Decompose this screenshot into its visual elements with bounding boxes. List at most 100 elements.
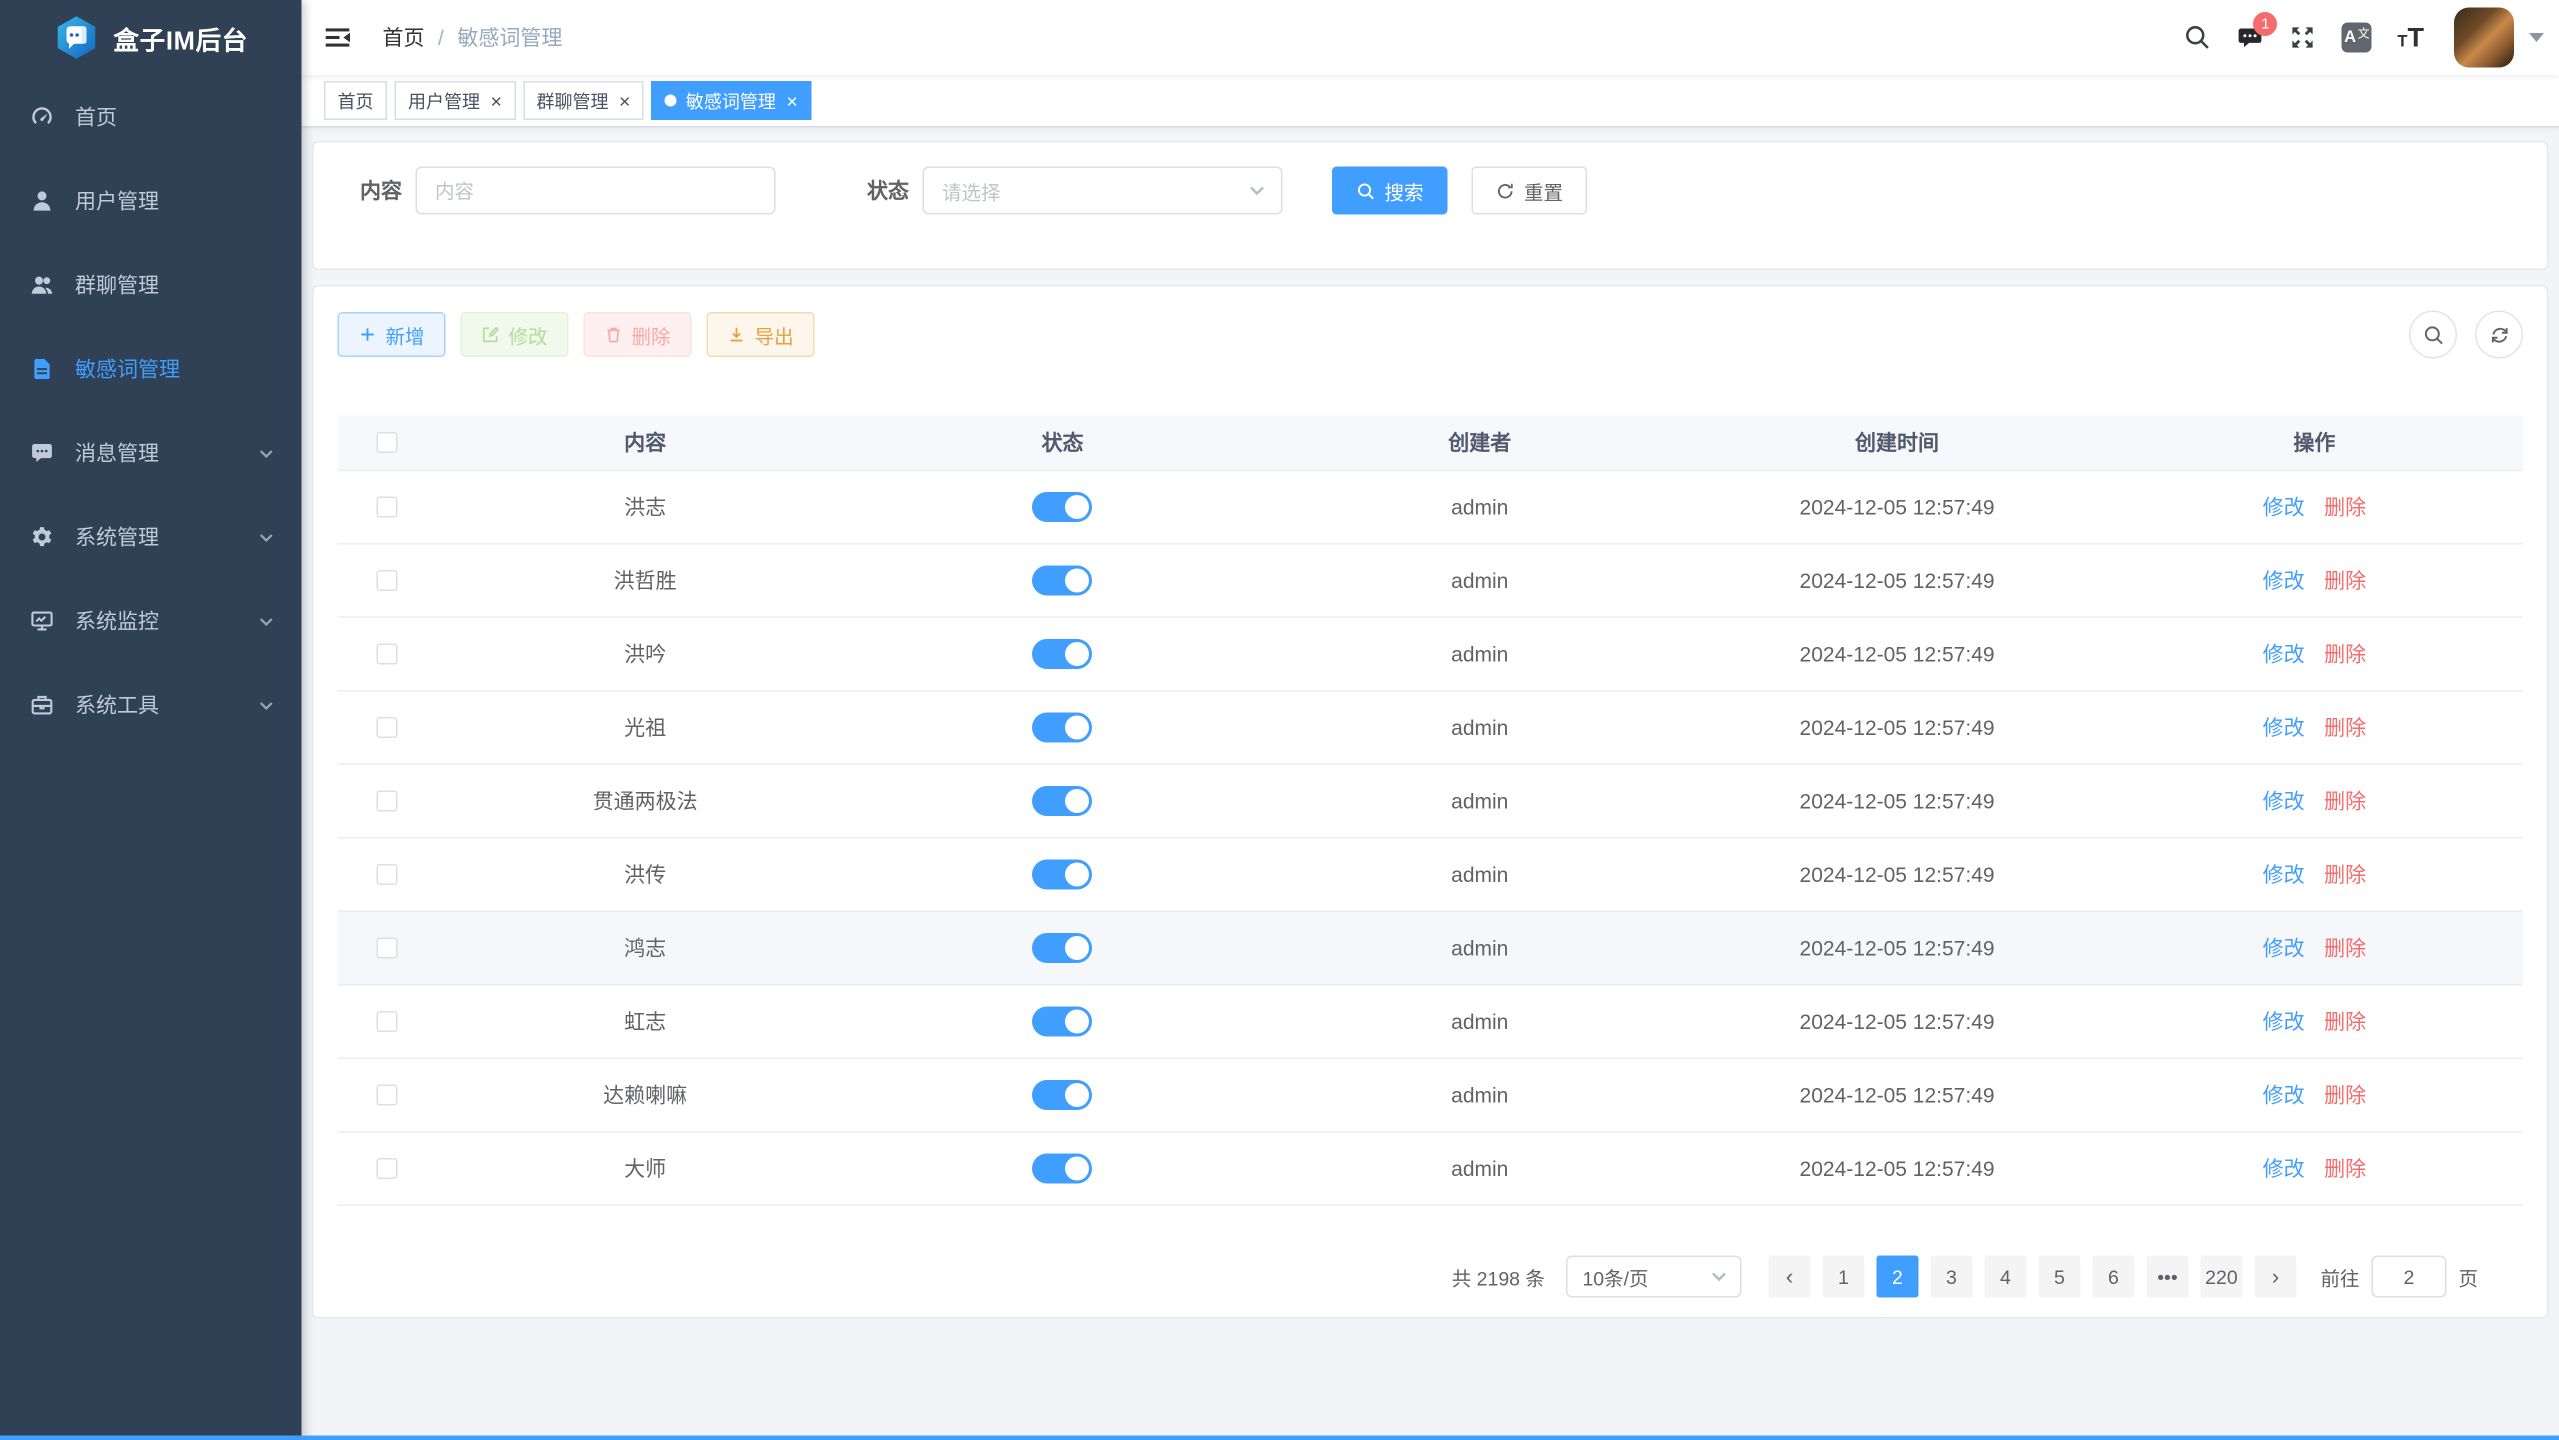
tab-close-icon[interactable]: × [786, 91, 797, 111]
cell-content: 洪传 [437, 860, 854, 890]
row-delete-link[interactable]: 删除 [2324, 713, 2366, 743]
page-button-4[interactable]: 4 [1984, 1256, 2026, 1298]
sidebar-item-home[interactable]: 首页 [0, 75, 302, 159]
user-menu-caret-icon[interactable] [2529, 33, 2544, 42]
header-search-button[interactable] [2184, 24, 2211, 51]
user-avatar[interactable] [2454, 8, 2514, 68]
row-edit-link[interactable]: 修改 [2263, 492, 2305, 522]
table-row: 虹志 admin 2024-12-05 12:57:49 修改 删除 [338, 986, 2524, 1060]
row-edit-link[interactable]: 修改 [2263, 933, 2305, 963]
edit-button[interactable]: 修改 [461, 312, 569, 357]
tab-group-management[interactable]: 群聊管理 × [523, 81, 644, 120]
status-toggle[interactable] [1032, 933, 1092, 963]
reset-button[interactable]: 重置 [1472, 167, 1588, 215]
font-size-button[interactable]: T T [2397, 24, 2424, 51]
select-all-checkbox[interactable] [377, 432, 398, 453]
table-row: 洪哲胜 admin 2024-12-05 12:57:49 修改 删除 [338, 545, 2524, 619]
cell-content: 贯通两极法 [437, 786, 854, 816]
status-filter-select[interactable]: 请选择 [923, 167, 1283, 215]
row-checkbox[interactable] [377, 497, 398, 518]
row-checkbox[interactable] [377, 938, 398, 959]
row-delete-link[interactable]: 删除 [2324, 492, 2366, 522]
row-edit-link[interactable]: 修改 [2263, 786, 2305, 816]
row-checkbox[interactable] [377, 717, 398, 738]
breadcrumb-home[interactable]: 首页 [383, 23, 425, 53]
row-edit-link[interactable]: 修改 [2263, 1080, 2305, 1110]
sidebar-item-sensitive-words[interactable]: 敏感词管理 [0, 327, 302, 411]
status-toggle[interactable] [1032, 786, 1092, 816]
trash-icon [605, 326, 623, 344]
sidebar-collapse-button[interactable] [302, 0, 374, 75]
row-checkbox[interactable] [377, 1158, 398, 1179]
export-button[interactable]: 导出 [707, 312, 815, 357]
prev-page-button[interactable]: ‹ [1768, 1256, 1810, 1298]
row-delete-link[interactable]: 删除 [2324, 1080, 2366, 1110]
page-ellipsis[interactable]: ••• [2146, 1256, 2188, 1298]
row-delete-link[interactable]: 删除 [2324, 1007, 2366, 1037]
status-toggle[interactable] [1032, 713, 1092, 743]
row-checkbox[interactable] [377, 644, 398, 665]
tab-sensitive-words[interactable]: 敏感词管理 × [651, 81, 811, 120]
tab-close-icon[interactable]: × [491, 91, 502, 111]
refresh-table-button[interactable] [2475, 311, 2523, 359]
tab-label: 群聊管理 [536, 88, 608, 114]
page-button-2[interactable]: 2 [1876, 1256, 1918, 1298]
page-button-5[interactable]: 5 [2038, 1256, 2080, 1298]
row-delete-link[interactable]: 删除 [2324, 1154, 2366, 1184]
row-edit-link[interactable]: 修改 [2263, 1154, 2305, 1184]
status-toggle[interactable] [1032, 1007, 1092, 1037]
page-button-220[interactable]: 220 [2200, 1256, 2242, 1298]
row-edit-link[interactable]: 修改 [2263, 566, 2305, 596]
page-button-6[interactable]: 6 [2092, 1256, 2134, 1298]
delete-button[interactable]: 删除 [584, 312, 692, 357]
row-checkbox[interactable] [377, 1011, 398, 1032]
page-size-select[interactable]: 10条/页 [1566, 1256, 1742, 1298]
status-toggle[interactable] [1032, 566, 1092, 596]
page-button-3[interactable]: 3 [1930, 1256, 1972, 1298]
sidebar-item-messages[interactable]: 消息管理 [0, 411, 302, 495]
select-placeholder: 请选择 [942, 176, 1001, 205]
row-delete-link[interactable]: 删除 [2324, 933, 2366, 963]
chevron-down-icon [1710, 1268, 1728, 1286]
app-logo[interactable]: 盒子IM后台 [0, 0, 302, 75]
row-checkbox[interactable] [377, 791, 398, 812]
row-checkbox[interactable] [377, 570, 398, 591]
row-edit-link[interactable]: 修改 [2263, 860, 2305, 890]
status-toggle[interactable] [1032, 492, 1092, 522]
tab-close-icon[interactable]: × [619, 91, 630, 111]
cell-created-at: 2024-12-05 12:57:49 [1688, 569, 2105, 593]
content-filter-input[interactable] [416, 167, 776, 215]
tab-user-management[interactable]: 用户管理 × [395, 81, 516, 120]
row-edit-link[interactable]: 修改 [2263, 1007, 2305, 1037]
sidebar-item-users[interactable]: 用户管理 [0, 159, 302, 243]
row-delete-link[interactable]: 删除 [2324, 566, 2366, 596]
sidebar-item-groups[interactable]: 群聊管理 [0, 243, 302, 327]
page-button-1[interactable]: 1 [1822, 1256, 1864, 1298]
show-search-button[interactable] [2409, 311, 2457, 359]
sidebar-item-system-management[interactable]: 系统管理 [0, 495, 302, 579]
fullscreen-button[interactable] [2289, 24, 2316, 51]
sidebar-item-system-tools[interactable]: 系统工具 [0, 663, 302, 747]
chevron-down-icon [258, 445, 275, 462]
header-message-button[interactable]: 1 [2237, 24, 2264, 51]
row-delete-link[interactable]: 删除 [2324, 639, 2366, 669]
tab-home[interactable]: 首页 [324, 81, 387, 120]
goto-page-input[interactable] [2371, 1256, 2446, 1298]
status-toggle[interactable] [1032, 1154, 1092, 1184]
status-toggle[interactable] [1032, 860, 1092, 890]
row-delete-link[interactable]: 删除 [2324, 786, 2366, 816]
plus-icon [359, 326, 377, 344]
sidebar-item-label: 群聊管理 [75, 270, 159, 300]
status-toggle[interactable] [1032, 1080, 1092, 1110]
row-delete-link[interactable]: 删除 [2324, 860, 2366, 890]
row-edit-link[interactable]: 修改 [2263, 639, 2305, 669]
search-button[interactable]: 搜索 [1332, 167, 1448, 215]
row-checkbox[interactable] [377, 1085, 398, 1106]
sidebar-item-system-monitor[interactable]: 系统监控 [0, 579, 302, 663]
status-toggle[interactable] [1032, 639, 1092, 669]
language-switch-button[interactable]: A 文 [2342, 23, 2372, 53]
row-checkbox[interactable] [377, 864, 398, 885]
next-page-button[interactable]: › [2254, 1256, 2296, 1298]
row-edit-link[interactable]: 修改 [2263, 713, 2305, 743]
add-button[interactable]: 新增 [338, 312, 446, 357]
